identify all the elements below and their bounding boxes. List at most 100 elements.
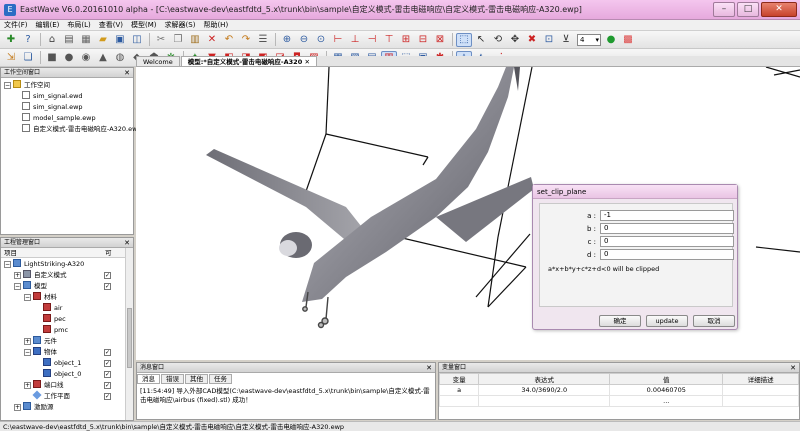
menu-help[interactable]: 帮助(H) xyxy=(199,20,232,30)
tab-other[interactable]: 其他 xyxy=(185,374,208,384)
field-d-input[interactable]: 0 xyxy=(600,249,734,260)
collapse-icon[interactable]: − xyxy=(4,261,11,268)
update-button[interactable]: update xyxy=(646,315,688,327)
import-icon[interactable]: ⇲ xyxy=(3,51,19,65)
home-icon[interactable]: ⌂ xyxy=(44,33,60,47)
cancel-button[interactable]: 取消 xyxy=(693,315,735,327)
tree-item[interactable]: − 材料 xyxy=(1,292,133,303)
variable-name-cell[interactable]: a xyxy=(438,384,480,396)
menu-solver[interactable]: 求解器(S) xyxy=(161,20,200,30)
visible-checkbox[interactable]: ✓ xyxy=(104,349,111,356)
zoom-out-icon[interactable]: ⊖ xyxy=(296,33,312,47)
close-icon[interactable]: ✕ xyxy=(124,68,130,78)
column-header[interactable]: 值 xyxy=(609,373,724,385)
tree-item-workspace[interactable]: − 工作空间 xyxy=(4,80,133,91)
view-bottom-icon[interactable]: ⊠ xyxy=(432,33,448,47)
tree-item[interactable]: 工作平面 ✓ xyxy=(1,390,133,402)
minimize-button[interactable]: – xyxy=(713,2,735,17)
axis-x-icon[interactable]: ⊢ xyxy=(330,33,346,47)
table-row[interactable]: a 34.0/3690/2.0 0.00460705 xyxy=(438,384,799,396)
close-icon[interactable]: ✕ xyxy=(124,238,130,248)
visible-checkbox[interactable]: ✓ xyxy=(104,382,111,389)
project-scrollbar[interactable] xyxy=(125,248,133,420)
cylinder-icon[interactable]: ◉ xyxy=(78,51,94,65)
collapse-icon[interactable]: − xyxy=(24,294,31,301)
pan-icon[interactable]: ✥ xyxy=(507,33,523,47)
snap-icon[interactable]: ⊡ xyxy=(541,33,557,47)
view-back-icon[interactable]: ⊞ xyxy=(398,33,414,47)
save-icon[interactable]: ▣ xyxy=(112,33,128,47)
table-row[interactable]: ... xyxy=(438,395,799,407)
tree-item[interactable]: − LightStriking-A320 xyxy=(1,259,133,270)
variable-expr-cell[interactable]: 34.0/3690/2.0 xyxy=(478,384,611,396)
zoom-fit-icon[interactable]: ⊙ xyxy=(313,33,329,47)
expand-icon[interactable]: + xyxy=(24,338,31,345)
menu-file[interactable]: 文件(F) xyxy=(0,20,32,30)
axis-z-icon[interactable]: ⊣ xyxy=(364,33,380,47)
zoom-in-icon[interactable]: ⊕ xyxy=(279,33,295,47)
tab-messages[interactable]: 消息 xyxy=(137,374,160,384)
help-icon[interactable]: ? xyxy=(20,33,36,47)
visible-checkbox[interactable]: ✓ xyxy=(104,371,111,378)
properties-icon[interactable]: ☰ xyxy=(255,33,271,47)
menu-model[interactable]: 模型(M) xyxy=(127,20,161,30)
visible-checkbox[interactable]: ✓ xyxy=(104,360,111,367)
menu-edit[interactable]: 编辑(E) xyxy=(32,20,64,30)
column-header[interactable]: 详细描述 xyxy=(722,373,799,385)
pointer-icon[interactable]: ↖ xyxy=(473,33,489,47)
close-icon[interactable]: ✕ xyxy=(790,363,796,373)
variable-desc-cell[interactable] xyxy=(722,384,799,396)
variable-desc-cell[interactable] xyxy=(722,395,799,407)
view-front-icon[interactable]: ⊤ xyxy=(381,33,397,47)
tree-item-file[interactable]: sim_signal.ewd xyxy=(4,91,133,102)
tree-item[interactable]: + 端口线 ✓ xyxy=(1,380,133,391)
tree-item-file[interactable]: 自定义模式-雷击电磁响应-A320.ewp xyxy=(4,124,142,135)
copy-icon[interactable]: ❐ xyxy=(170,33,186,47)
view-top-icon[interactable]: ⊟ xyxy=(415,33,431,47)
grid-icon[interactable]: ▦ xyxy=(78,33,94,47)
tree-item[interactable]: object_0 ✓ xyxy=(1,369,133,380)
tab-errors[interactable]: 错误 xyxy=(161,374,184,384)
tree-item[interactable]: − 模型 ✓ xyxy=(1,281,133,292)
select-mode-icon[interactable]: ⬚ xyxy=(456,32,472,47)
visible-checkbox[interactable]: ✓ xyxy=(104,272,111,279)
collapse-icon[interactable]: − xyxy=(14,283,21,290)
save-all-icon[interactable]: ◫ xyxy=(129,33,145,47)
tree-item[interactable]: pmc xyxy=(1,325,133,336)
expand-icon[interactable]: + xyxy=(14,404,21,411)
tree-item-file[interactable]: model_sample.ewp xyxy=(4,113,133,124)
tree-item[interactable]: object_1 ✓ xyxy=(1,358,133,369)
tree-item[interactable]: + 自定义模式 ✓ xyxy=(1,270,133,281)
tab-tasks[interactable]: 任务 xyxy=(209,374,232,384)
cut-icon[interactable]: ✂ xyxy=(153,33,169,47)
tree-item[interactable]: − 物体 ✓ xyxy=(1,347,133,358)
redo-icon[interactable]: ↷ xyxy=(238,33,254,47)
palette-icon[interactable]: ▩ xyxy=(620,33,636,47)
tree-item[interactable]: + 激励源 xyxy=(1,402,133,413)
script-icon[interactable]: ❏ xyxy=(20,51,36,65)
tree-item[interactable]: pec xyxy=(1,314,133,325)
tree-item-file[interactable]: sim_signal.ewp xyxy=(4,102,133,113)
variable-name-cell[interactable] xyxy=(438,395,480,407)
field-a-input[interactable]: -1 xyxy=(600,210,734,221)
cone-icon[interactable]: ▲ xyxy=(95,51,111,65)
delete-icon[interactable]: ✕ xyxy=(204,33,220,47)
column-header[interactable]: 变量 xyxy=(438,373,480,385)
axis-y-icon[interactable]: ⊥ xyxy=(347,33,363,47)
maximize-button[interactable]: □ xyxy=(737,2,759,17)
tree-item[interactable]: air xyxy=(1,303,133,314)
tree-item[interactable]: + 元件 xyxy=(1,336,133,347)
box-icon[interactable]: ■ xyxy=(44,51,60,65)
cancel-icon[interactable]: ✖ xyxy=(524,33,540,47)
collapse-icon[interactable]: − xyxy=(4,82,11,89)
run-icon[interactable]: ● xyxy=(603,33,619,47)
close-button[interactable]: ✕ xyxy=(761,2,797,17)
title-bar[interactable]: E EastWave V6.0.20161010 alpha - [C:\eas… xyxy=(0,0,800,20)
collapse-icon[interactable]: − xyxy=(24,349,31,356)
column-header[interactable]: 表达式 xyxy=(478,373,611,385)
print-icon[interactable]: ▤ xyxy=(61,33,77,47)
menu-view[interactable]: 查看(V) xyxy=(95,20,127,30)
tab-model[interactable]: 模型:*自定义模式-雷击电磁响应-A320 ✕ xyxy=(180,56,317,66)
close-icon[interactable]: ✕ xyxy=(305,58,310,66)
visible-checkbox[interactable]: ✓ xyxy=(104,393,111,400)
